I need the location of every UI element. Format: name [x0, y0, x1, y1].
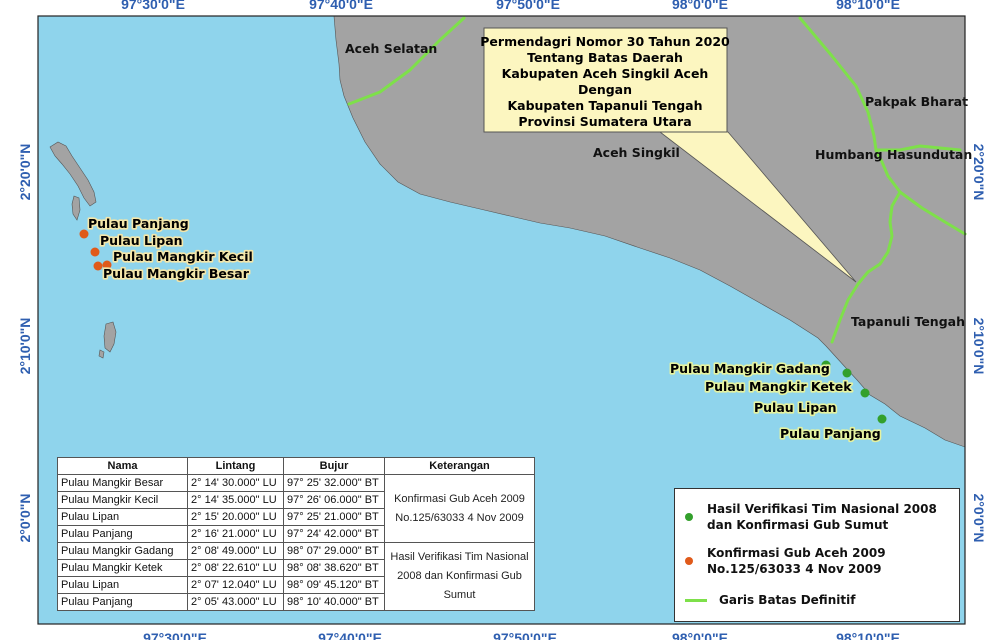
marker-east-lipan	[860, 388, 870, 398]
cell-bujur: 97° 25' 21.000" BT	[283, 508, 385, 526]
cell-bujur: 98° 07' 29.000" BT	[283, 542, 385, 560]
cell-lintang: 2° 16' 21.000" LU	[187, 525, 284, 543]
cell-bujur: 98° 10' 40.000" BT	[283, 593, 385, 611]
label-east-mangkir-gadang: Pulau Mangkir Gadang	[670, 361, 830, 376]
label-east-lipan: Pulau Lipan	[754, 400, 837, 415]
region-label-pakpak-bharat: Pakpak Bharat	[865, 94, 968, 109]
cell-nama: Pulau Mangkir Besar	[57, 474, 188, 492]
legend-item-line: Garis Batas Definitif	[685, 592, 855, 608]
grid-label-top-5: 98°10'0"E	[836, 0, 900, 12]
grid-label-left-2: 2°10'0"N	[17, 318, 33, 375]
grid-label-top-2: 97°40'0"E	[309, 0, 373, 12]
table-header-lintang: Lintang	[187, 457, 284, 475]
table-header-bujur: Bujur	[283, 457, 385, 475]
legend-item-green: Hasil Verifikasi Tim Nasional 2008 dan K…	[685, 501, 947, 533]
cell-lintang: 2° 14' 35.000" LU	[187, 491, 284, 509]
cell-keterangan-aceh: Konfirmasi Gub Aceh 2009 No.125/63033 4 …	[384, 474, 535, 543]
callout-line-2: Tentang Batas Daerah	[527, 50, 683, 65]
cell-lintang: 2° 07' 12.040" LU	[187, 576, 284, 594]
boundary-line-icon	[685, 598, 707, 602]
callout-line-3: Kabupaten Aceh Singkil Aceh	[502, 66, 709, 81]
marker-east-panjang	[877, 414, 887, 424]
marker-west-mangkir-kecil	[93, 261, 103, 271]
table-header-nama: Nama	[57, 457, 188, 475]
cell-lintang: 2° 08' 49.000" LU	[187, 542, 284, 560]
legend-item-orange: Konfirmasi Gub Aceh 2009 No.125/63033 4 …	[685, 545, 947, 577]
cell-bujur: 98° 08' 38.620" BT	[283, 559, 385, 577]
grid-label-left-3: 2°0'0"N	[17, 493, 33, 542]
cell-nama: Pulau Panjang	[57, 525, 188, 543]
table-header-keterangan: Keterangan	[384, 457, 535, 475]
grid-label-right-1: 2°20'0"N	[971, 144, 987, 201]
callout-line-4: Dengan	[578, 82, 632, 97]
marker-west-lipan	[90, 247, 100, 257]
grid-label-bottom-5: 98°10'0"E	[836, 630, 900, 640]
grid-label-bottom-4: 98°0'0"E	[672, 630, 728, 640]
region-label-humbang: Humbang Hasundutan	[815, 147, 972, 162]
cell-nama: Pulau Lipan	[57, 508, 188, 526]
marker-east-mangkir-ketek	[842, 368, 852, 378]
grid-label-top-1: 97°30'0"E	[121, 0, 185, 12]
cell-nama: Pulau Lipan	[57, 576, 188, 594]
label-west-mangkir-besar: Pulau Mangkir Besar	[103, 266, 250, 281]
grid-label-top-4: 98°0'0"E	[672, 0, 728, 12]
grid-label-top-3: 97°50'0"E	[496, 0, 560, 12]
region-label-aceh-singkil: Aceh Singkil	[593, 145, 680, 160]
label-east-mangkir-ketek: Pulau Mangkir Ketek	[705, 379, 852, 394]
cell-nama: Pulau Panjang	[57, 593, 188, 611]
cell-lintang: 2° 15' 20.000" LU	[187, 508, 284, 526]
callout-line-6: Provinsi Sumatera Utara	[518, 114, 691, 129]
callout-line-5: Kabupaten Tapanuli Tengah	[507, 98, 702, 113]
map-legend: Hasil Verifikasi Tim Nasional 2008 dan K…	[674, 488, 960, 622]
label-west-mangkir-kecil: Pulau Mangkir Kecil	[113, 249, 253, 264]
cell-lintang: 2° 08' 22.610" LU	[187, 559, 284, 577]
callout-line-1: Permendagri Nomor 30 Tahun 2020	[480, 34, 730, 49]
table-row: Pulau Mangkir Gadang 2° 08' 49.000" LU 9…	[57, 542, 535, 611]
cell-nama: Pulau Mangkir Gadang	[57, 542, 188, 560]
cell-keterangan-sumut: Hasil Verifikasi Tim Nasional 2008 dan K…	[384, 542, 535, 611]
grid-label-bottom-2: 97°40'0"E	[318, 630, 382, 640]
green-dot-icon	[685, 513, 693, 521]
cell-lintang: 2° 05' 43.000" LU	[187, 593, 284, 611]
cell-nama: Pulau Mangkir Kecil	[57, 491, 188, 509]
label-west-lipan: Pulau Lipan	[100, 233, 183, 248]
region-label-tapanuli-tengah: Tapanuli Tengah	[851, 314, 965, 329]
grid-label-right-2: 2°10'0"N	[971, 318, 987, 375]
legend-label-line: Garis Batas Definitif	[719, 593, 856, 607]
cell-bujur: 98° 09' 45.120" BT	[283, 576, 385, 594]
label-east-panjang: Pulau Panjang	[780, 426, 881, 441]
label-west-panjang: Pulau Panjang	[88, 216, 189, 231]
cell-nama: Pulau Mangkir Ketek	[57, 559, 188, 577]
grid-label-bottom-1: 97°30'0"E	[143, 630, 207, 640]
table-row: Pulau Mangkir Besar 2° 14' 30.000" LU 97…	[57, 474, 535, 543]
coordinate-table: Nama Lintang Bujur Keterangan Pulau Mang…	[57, 457, 535, 611]
legend-label-green: Hasil Verifikasi Tim Nasional 2008 dan K…	[707, 502, 937, 532]
grid-label-bottom-3: 97°50'0"E	[493, 630, 557, 640]
cell-bujur: 97° 26' 06.000" BT	[283, 491, 385, 509]
orange-dot-icon	[685, 557, 693, 565]
table-header-row: Nama Lintang Bujur Keterangan	[57, 457, 535, 475]
legend-label-orange: Konfirmasi Gub Aceh 2009 No.125/63033 4 …	[707, 546, 886, 576]
grid-label-right-3: 2°0'0"N	[971, 493, 987, 542]
region-label-aceh-selatan: Aceh Selatan	[345, 41, 437, 56]
cell-bujur: 97° 24' 42.000" BT	[283, 525, 385, 543]
grid-label-left-1: 2°20'0"N	[17, 144, 33, 201]
cell-bujur: 97° 25' 32.000" BT	[283, 474, 385, 492]
cell-lintang: 2° 14' 30.000" LU	[187, 474, 284, 492]
